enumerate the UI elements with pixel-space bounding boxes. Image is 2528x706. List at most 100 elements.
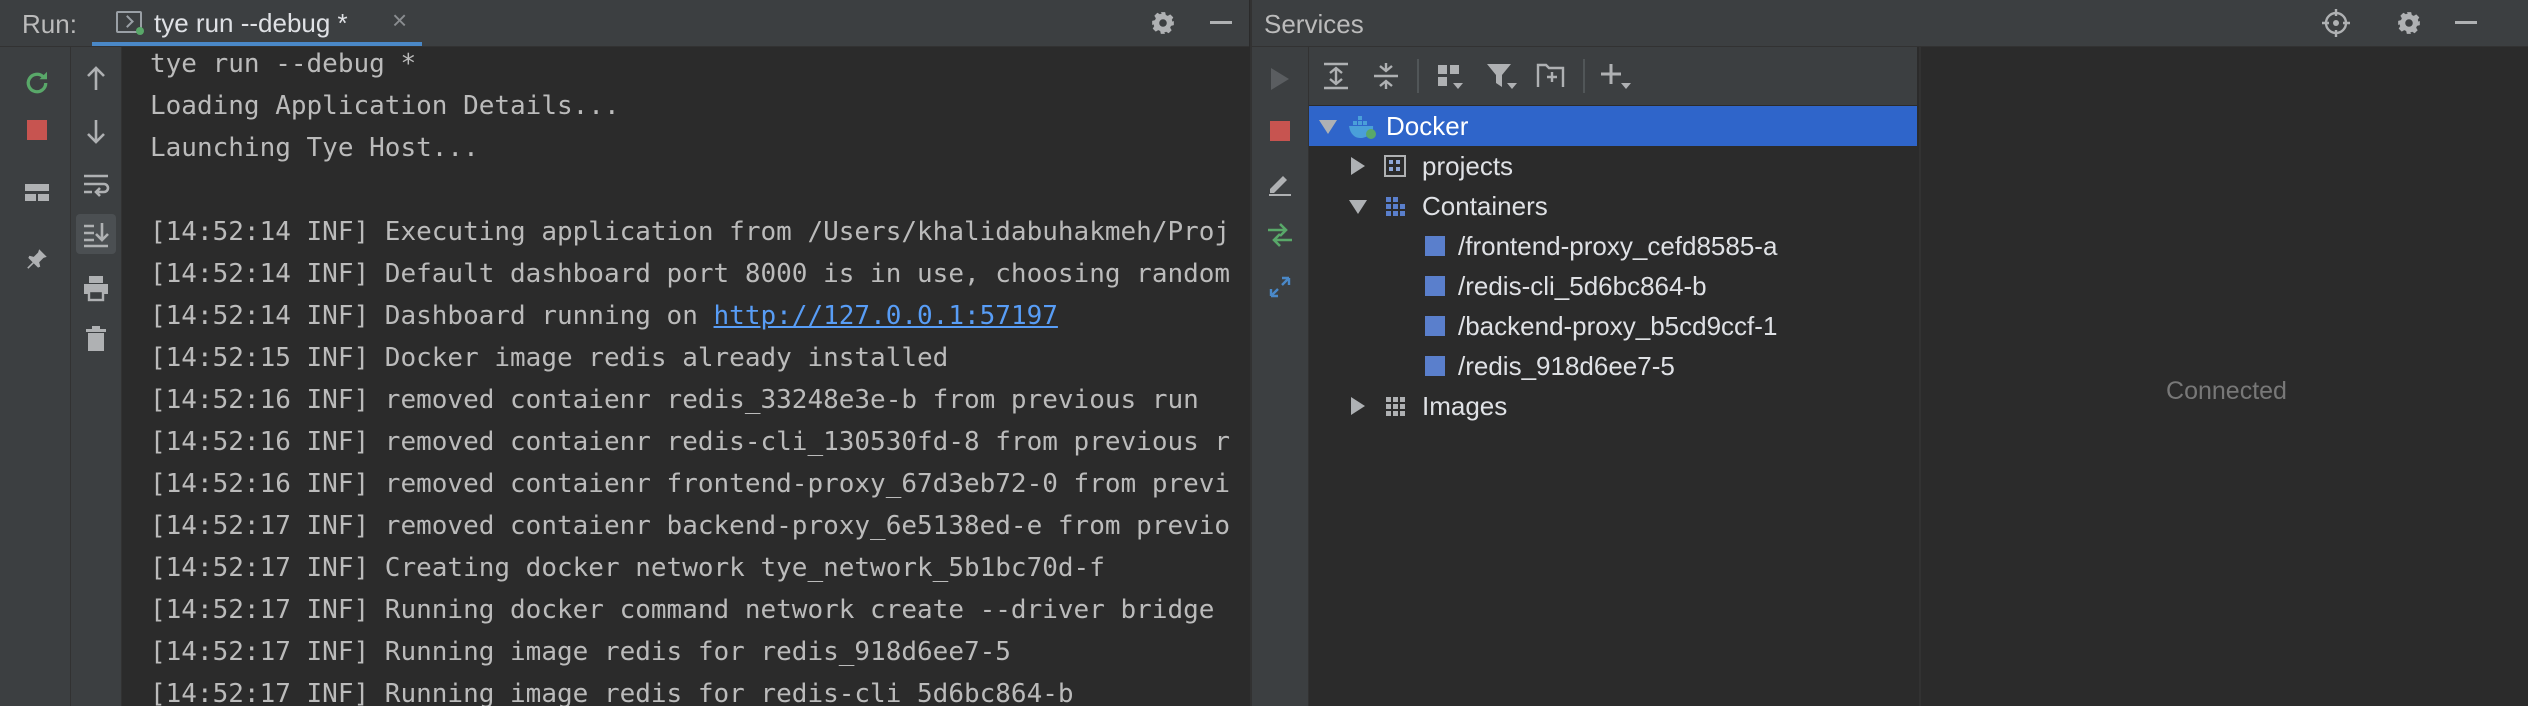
tab-tye-run-debug[interactable]: tye run --debug * × xyxy=(92,0,422,46)
deploy-arrows-icon xyxy=(1268,223,1292,247)
edit-configuration-button[interactable] xyxy=(1260,163,1300,203)
minimize-icon[interactable] xyxy=(1210,21,1232,24)
collapse-all-icon[interactable] xyxy=(1371,61,1401,91)
dashboard-link[interactable]: http://127.0.0.1:57197 xyxy=(714,301,1058,331)
arrow-down-icon xyxy=(87,120,105,144)
scroll-down-button[interactable] xyxy=(76,111,116,151)
filter-icon[interactable] xyxy=(1485,61,1517,91)
tree-node-container[interactable]: /frontend-proxy_cefd8585-a xyxy=(1309,226,1917,266)
console-line: [14:52:16 INF] removed contaienr redis_3… xyxy=(150,385,1199,415)
pencil-icon xyxy=(1269,176,1291,196)
chevron-down-icon[interactable] xyxy=(1349,200,1367,214)
console-line: [14:52:14 INF] Default dashboard port 80… xyxy=(150,259,1231,289)
stop-icon xyxy=(1270,121,1290,141)
tree-node-label: Containers xyxy=(1422,191,1548,221)
services-header: Services xyxy=(1252,0,2528,47)
new-tab-icon[interactable] xyxy=(1535,59,1567,91)
run-panel-title: Run: xyxy=(22,9,77,39)
console-line: [14:52:17 INF] removed contaienr backend… xyxy=(150,511,1231,541)
expand-view-button[interactable] xyxy=(1260,267,1300,307)
connection-status: Connected xyxy=(2166,377,2287,405)
chevron-right-icon[interactable] xyxy=(1351,397,1365,415)
restore-layout-icon xyxy=(25,184,49,201)
projects-icon xyxy=(1384,155,1406,177)
services-tree-toolbar xyxy=(1309,47,1917,105)
layout-button[interactable] xyxy=(17,172,57,212)
locate-target-icon[interactable] xyxy=(2322,9,2350,37)
containers-icon xyxy=(1386,197,1405,216)
tree-node-docker[interactable]: Docker xyxy=(1309,106,1917,146)
tab-active-underline xyxy=(92,42,422,46)
tree-node-container[interactable]: /backend-proxy_b5cd9ccf-1 xyxy=(1309,306,1917,346)
soft-wrap-button[interactable] xyxy=(76,165,116,205)
pin-icon xyxy=(27,249,47,269)
chevron-right-icon[interactable] xyxy=(1351,157,1365,175)
run-toolbar-secondary xyxy=(71,47,122,706)
printer-icon xyxy=(84,276,108,302)
tree-node-label: /backend-proxy_b5cd9ccf-1 xyxy=(1458,311,1778,341)
container-icon xyxy=(1425,236,1445,256)
console-line: [14:52:17 INF] Running image redis for r… xyxy=(150,679,1074,706)
console-line: [14:52:16 INF] removed contaienr fronten… xyxy=(150,469,1231,499)
toolbar-separator xyxy=(1417,59,1419,93)
settings-gear-icon[interactable] xyxy=(1150,10,1176,36)
console-line: tye run --debug * xyxy=(150,49,417,79)
services-panel-title: Services xyxy=(1264,9,1364,39)
print-button[interactable] xyxy=(76,268,116,308)
services-tree: Docker projects Containers /frontend-pro… xyxy=(1309,106,1917,706)
toolbar-separator xyxy=(1583,59,1585,93)
container-icon xyxy=(1425,316,1445,336)
stop-service-button[interactable] xyxy=(1260,111,1300,151)
tree-node-projects[interactable]: projects xyxy=(1309,146,1917,186)
console-line: [14:52:14 INF] Dashboard running on http… xyxy=(150,301,1058,331)
run-service-button[interactable] xyxy=(1260,59,1300,99)
container-icon xyxy=(1425,276,1445,296)
tree-node-containers[interactable]: Containers xyxy=(1309,186,1917,226)
tree-node-label: projects xyxy=(1422,151,1514,181)
tree-node-label: Images xyxy=(1422,391,1508,421)
rerun-icon xyxy=(26,71,48,94)
scroll-up-button[interactable] xyxy=(76,59,116,99)
tree-node-label: /frontend-proxy_cefd8585-a xyxy=(1458,231,1778,261)
deploy-button[interactable] xyxy=(1260,215,1300,255)
console-line: [14:52:17 INF] Running image redis for r… xyxy=(150,637,1011,667)
tree-node-container[interactable]: /redis_918d6ee7-5 xyxy=(1309,346,1917,386)
services-tool-window: Services Docker projects Containers /fro… xyxy=(1250,0,2528,706)
expand-all-icon[interactable] xyxy=(1321,61,1351,91)
console-line-text: [14:52:14 INF] Dashboard running on xyxy=(150,301,714,331)
console-line: [14:52:15 INF] Docker image redis alread… xyxy=(150,343,949,373)
pin-tab-button[interactable] xyxy=(17,239,57,279)
clear-all-button[interactable] xyxy=(76,319,116,359)
arrow-up-icon xyxy=(87,66,105,90)
service-detail-pane: Connected xyxy=(1919,47,2528,706)
expand-icon xyxy=(1269,276,1291,298)
run-tool-window: Run: tye run --debug * × tye run --debug… xyxy=(0,0,1249,706)
running-indicator-icon xyxy=(136,27,144,35)
settings-gear-icon[interactable] xyxy=(2396,10,2422,36)
console-line: [14:52:14 INF] Executing application fro… xyxy=(150,217,1231,247)
soft-wrap-icon xyxy=(84,174,110,197)
console-line: Launching Tye Host... xyxy=(150,133,479,163)
stop-icon xyxy=(27,120,47,140)
chevron-down-icon[interactable] xyxy=(1319,120,1337,134)
tree-node-container[interactable]: /redis-cli_5d6bc864-b xyxy=(1309,266,1917,306)
trash-icon xyxy=(86,326,106,351)
group-by-icon[interactable] xyxy=(1435,61,1465,91)
container-icon xyxy=(1425,356,1445,376)
tree-node-images[interactable]: Images xyxy=(1309,386,1917,426)
minimize-icon[interactable] xyxy=(2455,21,2477,24)
rerun-button[interactable] xyxy=(17,63,57,103)
add-service-icon[interactable] xyxy=(1599,61,1631,91)
tree-node-label: /redis_918d6ee7-5 xyxy=(1458,351,1675,381)
tree-node-label: Docker xyxy=(1386,111,1469,141)
console-line: [14:52:17 INF] Running docker command ne… xyxy=(150,595,1215,625)
run-toolbar-primary xyxy=(0,47,71,706)
play-icon xyxy=(1271,68,1289,90)
tab-close-icon[interactable]: × xyxy=(392,5,407,36)
console-line: [14:52:16 INF] removed contaienr redis-c… xyxy=(150,427,1231,457)
stop-button[interactable] xyxy=(17,110,57,150)
tree-node-label: /redis-cli_5d6bc864-b xyxy=(1458,271,1707,301)
docker-whale-icon xyxy=(1349,116,1376,139)
console-output[interactable]: tye run --debug * Loading Application De… xyxy=(122,47,1249,706)
scroll-to-end-button[interactable] xyxy=(76,214,116,254)
